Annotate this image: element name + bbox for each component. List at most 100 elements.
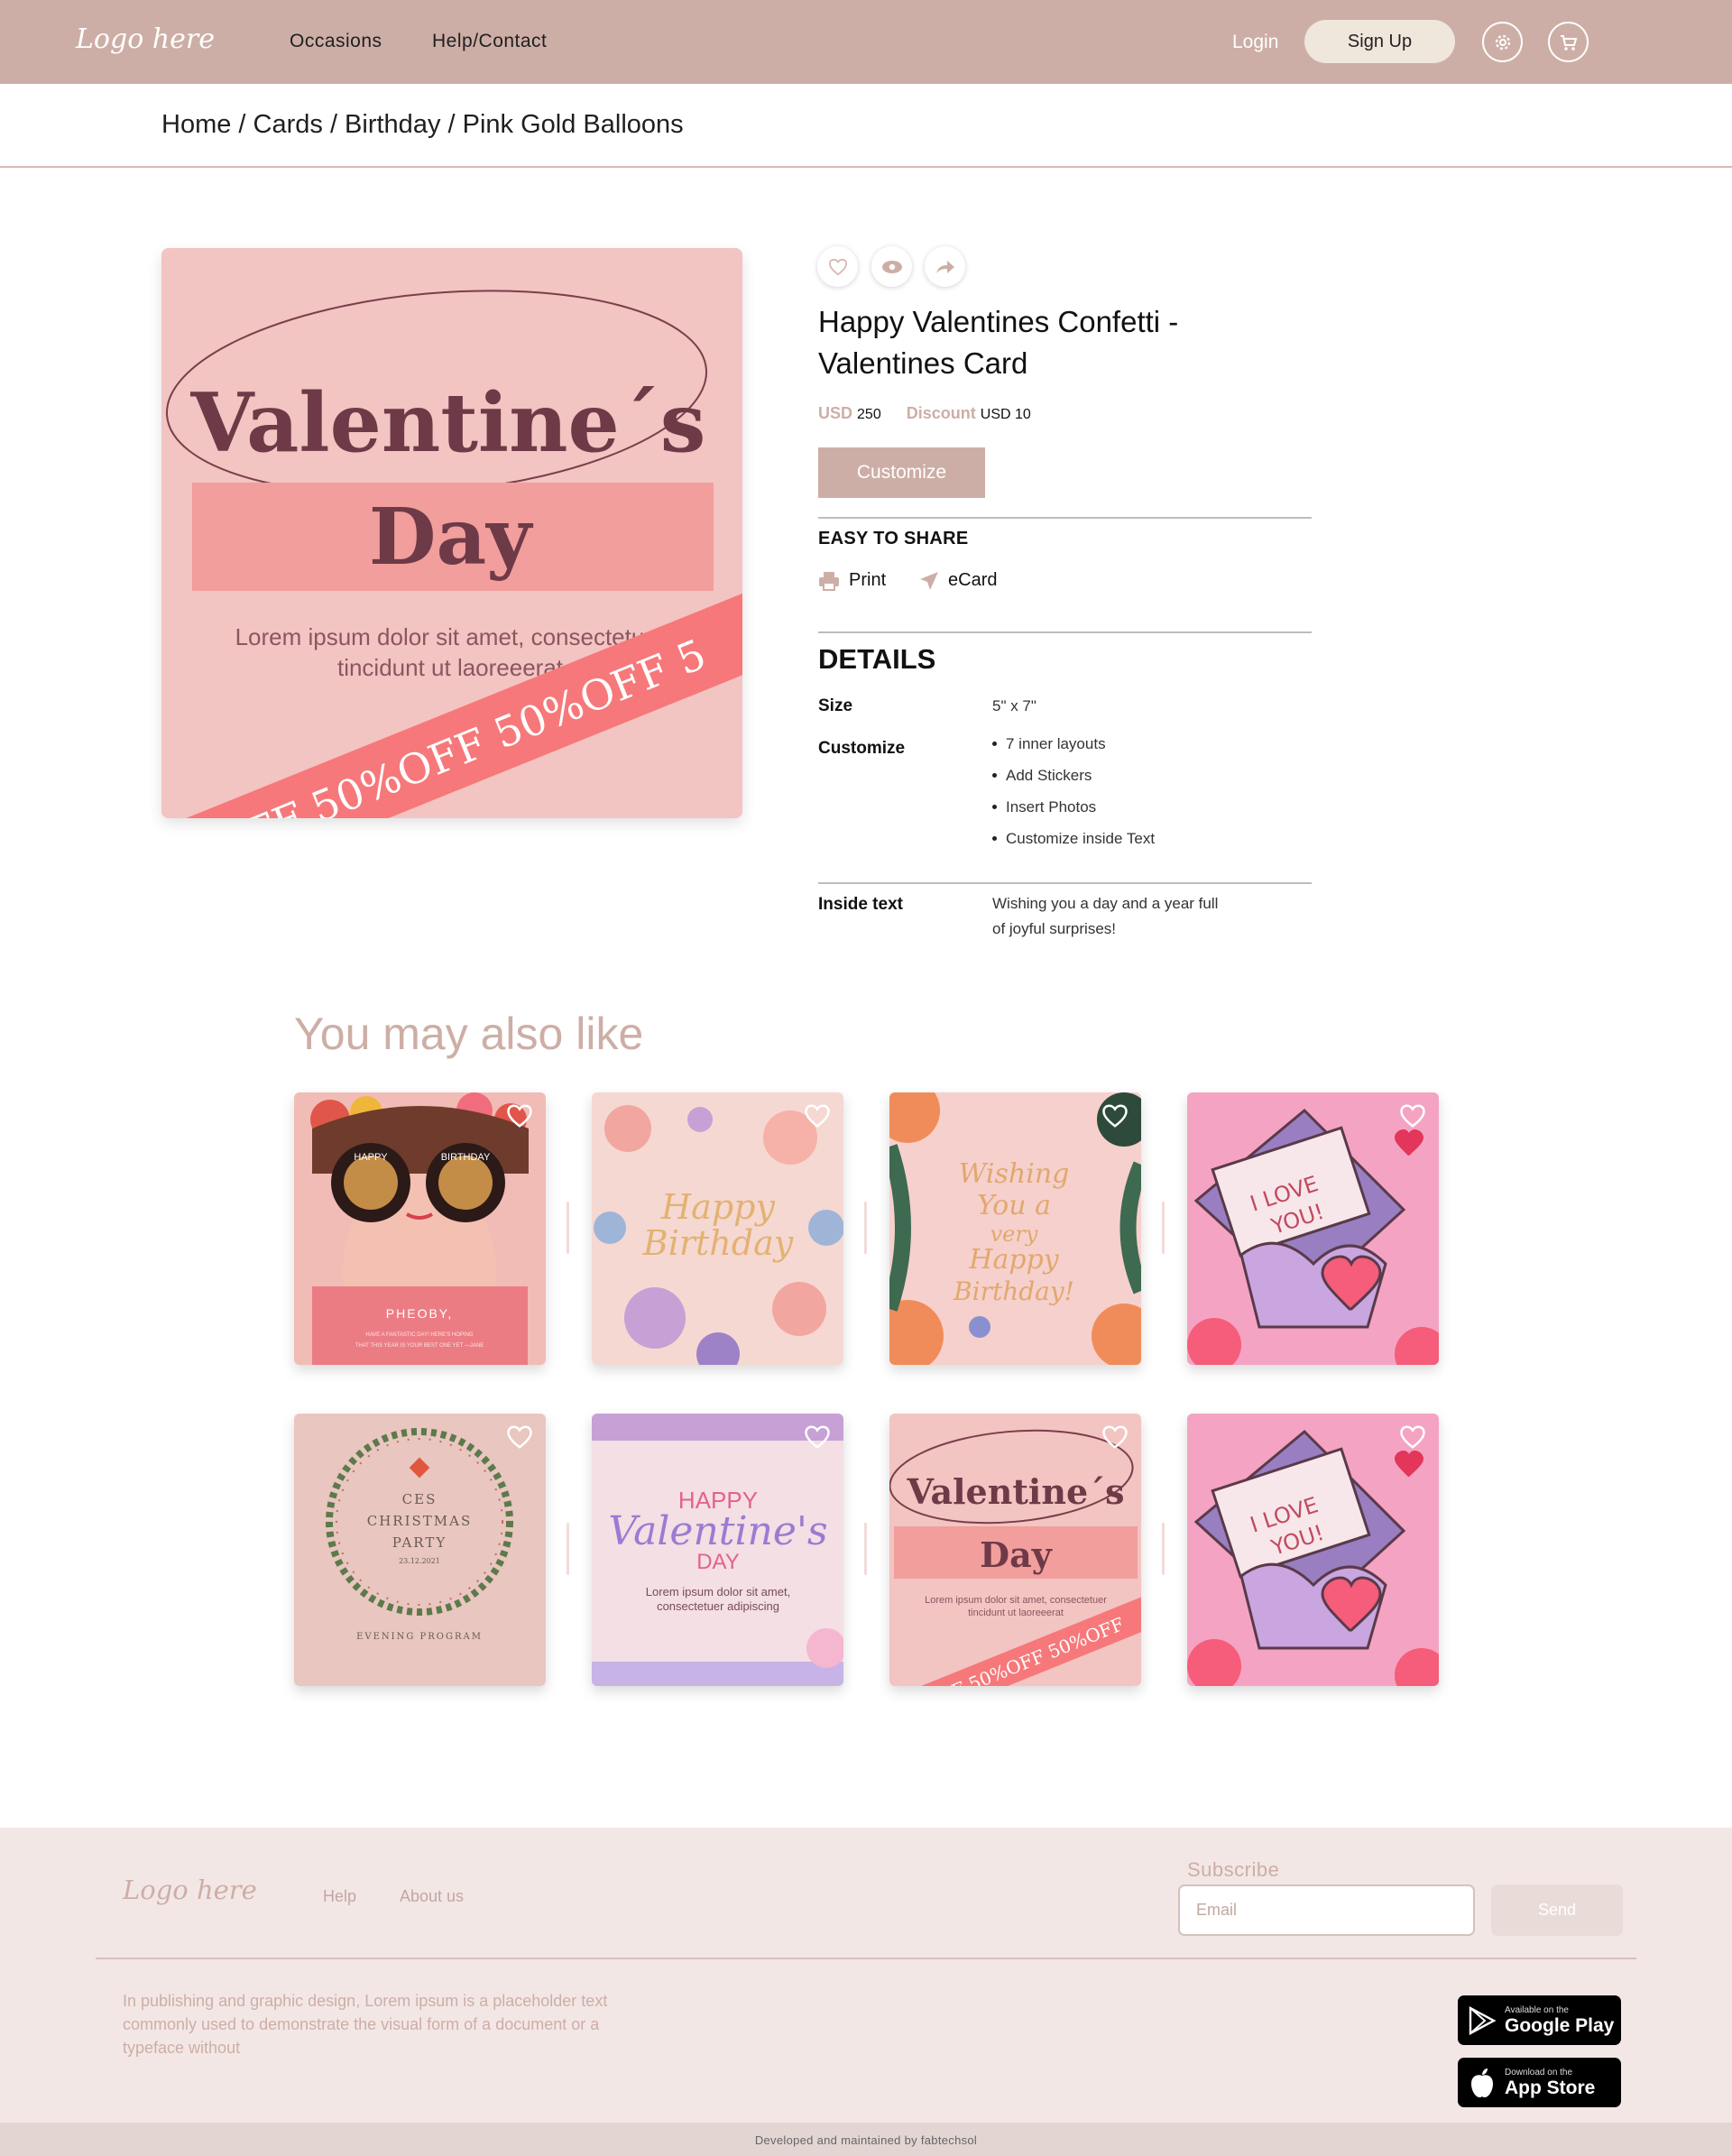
svg-text:EVENING PROGRAM: EVENING PROGRAM: [356, 1632, 483, 1642]
card-christmas-party[interactable]: CES CHRISTMAS PARTY 23.12.2021 EVENING P…: [294, 1414, 546, 1686]
share-title: EASY TO SHARE: [818, 529, 969, 548]
separator: [1162, 1523, 1165, 1575]
svg-text:Wishing: Wishing: [959, 1158, 1070, 1190]
heart-icon[interactable]: [1399, 1424, 1426, 1450]
google-play-small: Available on the: [1505, 2004, 1569, 2015]
price-value: 250: [857, 407, 881, 422]
svg-text:Happy: Happy: [660, 1187, 775, 1227]
share-icon[interactable]: [925, 246, 965, 287]
heart-icon[interactable]: [1399, 1103, 1426, 1129]
ecard-option[interactable]: eCard: [919, 570, 997, 591]
svg-text:CHRISTMAS: CHRISTMAS: [367, 1513, 473, 1529]
heart-icon[interactable]: [506, 1424, 533, 1450]
svg-text:tincidunt ut laoreeerat: tincidunt ut laoreeerat: [968, 1608, 1064, 1618]
inside-text-value: Wishing you a day and a year full of joy…: [992, 895, 1219, 937]
gear-icon[interactable]: [1482, 22, 1523, 62]
list-item: Add Stickers: [992, 767, 1155, 798]
nav-occasions[interactable]: Occasions: [290, 31, 382, 52]
heart-icon[interactable]: [804, 1103, 831, 1129]
svg-text:Happy: Happy: [968, 1244, 1059, 1276]
svg-text:consectetuer adipiscing: consectetuer adipiscing: [657, 1599, 779, 1613]
print-option[interactable]: Print: [818, 570, 886, 591]
divider: [818, 882, 1312, 884]
cart-icon[interactable]: [1548, 22, 1589, 62]
login-link[interactable]: Login: [1232, 32, 1278, 53]
separator: [864, 1523, 867, 1575]
card-wishing-birthday[interactable]: Wishing You a very Happy Birthday!: [889, 1092, 1141, 1365]
send-button[interactable]: Send: [1491, 1884, 1623, 1936]
footer-logo[interactable]: Logo here: [123, 1875, 257, 1905]
product-image[interactable]: Valentine´s Day Lorem ipsum dolor sit am…: [161, 248, 742, 818]
header-logo[interactable]: Logo here: [76, 23, 215, 55]
separator: [567, 1202, 569, 1254]
heart-icon[interactable]: [1101, 1103, 1129, 1129]
footer-about-link[interactable]: About us: [400, 1887, 464, 1906]
send-arrow-icon: [920, 571, 938, 590]
svg-text:You a: You a: [977, 1190, 1051, 1221]
divider: [0, 166, 1732, 168]
app-store-small: Download on the: [1505, 2067, 1573, 2078]
svg-text:Birthday!: Birthday!: [953, 1276, 1074, 1306]
customize-list: 7 inner layouts Add Stickers Insert Phot…: [992, 735, 1155, 861]
svg-text:23.12.2021: 23.12.2021: [399, 1557, 440, 1565]
svg-text:THAT THIS YEAR IS YOUR BEST ON: THAT THIS YEAR IS YOUR BEST ONE YET —JAN…: [355, 1343, 484, 1349]
details-title: DETAILS: [818, 643, 936, 675]
svg-text:DAY: DAY: [696, 1550, 740, 1574]
google-play-icon: [1469, 2005, 1497, 2035]
heart-icon[interactable]: [506, 1103, 533, 1129]
email-field[interactable]: [1178, 1884, 1475, 1936]
svg-text:BIRTHDAY: BIRTHDAY: [441, 1152, 491, 1163]
svg-text:Day: Day: [980, 1534, 1053, 1575]
svg-text:HAVE A FANTASTIC DAY! HERE'S H: HAVE A FANTASTIC DAY! HERE'S HOPING: [365, 1332, 474, 1338]
heart-icon[interactable]: [804, 1424, 831, 1450]
footer-help-link[interactable]: Help: [323, 1887, 356, 1906]
size-value: 5" x 7": [992, 697, 1036, 714]
svg-text:Valentine's: Valentine's: [608, 1508, 827, 1554]
svg-text:Lorem ipsum dolor sit amet, co: Lorem ipsum dolor sit amet, consectetuer: [925, 1595, 1107, 1606]
discount-label: Discount: [906, 404, 976, 422]
app-store-big: App Store: [1505, 2077, 1596, 2098]
bottom-bar: Developed and maintained by fabtechsol: [0, 2123, 1732, 2156]
discount-value: USD 10: [980, 407, 1031, 422]
card-happy-birthday-floral[interactable]: Happy Birthday: [592, 1092, 843, 1365]
app-store-badge[interactable]: Download on the App Store: [1458, 2058, 1621, 2107]
divider: [96, 1958, 1636, 1959]
svg-text:CES: CES: [402, 1491, 438, 1507]
favorite-heart-icon[interactable]: [817, 246, 858, 287]
svg-text:very: very: [990, 1221, 1038, 1247]
customize-label: Customize: [818, 739, 906, 758]
divider: [818, 631, 1312, 633]
also-like-title: You may also like: [294, 1009, 644, 1059]
list-item: Customize inside Text: [992, 830, 1155, 861]
heart-icon[interactable]: [1101, 1424, 1129, 1450]
svg-text:PHEOBY,: PHEOBY,: [386, 1306, 453, 1321]
card-birthday-girl[interactable]: HAPPY BIRTHDAY PHEOBY, HAVE A FANTASTIC …: [294, 1092, 546, 1365]
svg-text:Lorem ipsum dolor sit amet,: Lorem ipsum dolor sit amet,: [646, 1585, 790, 1599]
nav-help-contact[interactable]: Help/Contact: [432, 31, 547, 52]
signup-button[interactable]: Sign Up: [1304, 20, 1455, 63]
inside-text-label: Inside text: [818, 895, 903, 914]
svg-text:tincidunt ut laoreeerat: tincidunt ut laoreeerat: [337, 654, 564, 681]
site-header: Logo here Occasions Help/Contact Login S…: [0, 0, 1732, 84]
apple-icon: [1471, 2068, 1493, 2097]
svg-text:PARTY: PARTY: [392, 1534, 447, 1551]
price-label: USD: [818, 404, 853, 422]
customize-button[interactable]: Customize: [818, 447, 985, 498]
hero-line1: Valentine´s: [190, 375, 706, 471]
card-i-love-you[interactable]: I LOVE YOU!: [1187, 1092, 1439, 1365]
hero-line2: Day: [369, 492, 534, 583]
separator: [567, 1523, 569, 1575]
google-play-big: Google Play: [1505, 2014, 1615, 2036]
print-label: Print: [849, 570, 887, 590]
subscribe-title: Subscribe: [1187, 1858, 1280, 1881]
google-play-badge[interactable]: Available on the Google Play: [1458, 1995, 1621, 2045]
card-happy-valentines-purple[interactable]: HAPPY Valentine's DAY Lorem ipsum dolor …: [592, 1414, 843, 1686]
svg-text:HAPPY: HAPPY: [354, 1152, 388, 1163]
card-valentines-day[interactable]: Valentine´s Day Lorem ipsum dolor sit am…: [889, 1414, 1141, 1686]
separator: [1162, 1202, 1165, 1254]
breadcrumb[interactable]: Home / Cards / Birthday / Pink Gold Ball…: [161, 110, 684, 140]
card-i-love-you-2[interactable]: I LOVE YOU!: [1187, 1414, 1439, 1686]
divider: [818, 517, 1312, 519]
printer-icon: [819, 571, 839, 591]
preview-eye-icon[interactable]: [871, 246, 912, 287]
